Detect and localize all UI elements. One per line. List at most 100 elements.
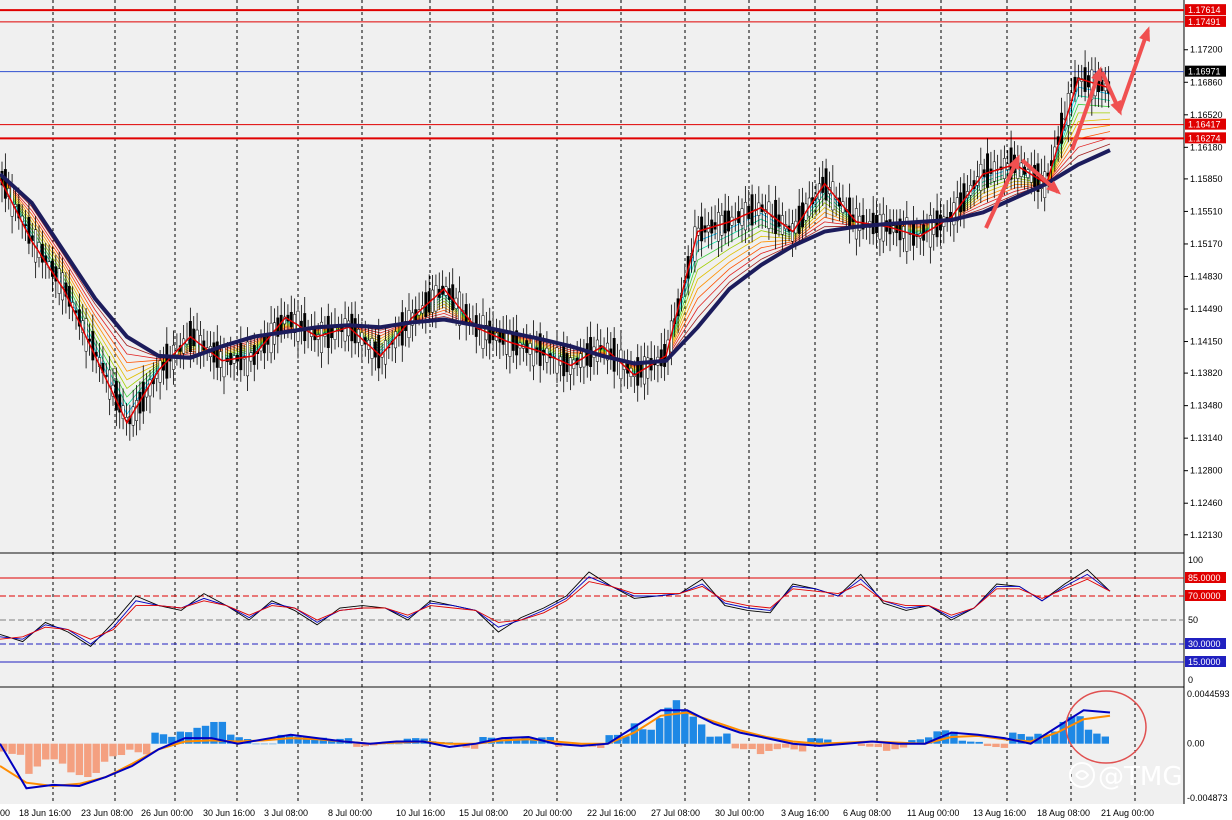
macd-histogram-bar [874, 743, 882, 748]
price-tick-label: 1.16860 [1190, 77, 1223, 87]
x-tick-label: 30 Jun 16:00 [203, 808, 255, 818]
macd-tick-label: -0.004873 [1187, 793, 1228, 803]
candle-body [720, 215, 724, 236]
macd-histogram-bar [260, 743, 269, 745]
x-tick-label: 27 Jul 08:00 [651, 808, 700, 818]
candle-body [717, 212, 720, 242]
macd-histogram-bar [33, 743, 42, 767]
macd-histogram-bar [252, 743, 260, 745]
candle-body [353, 318, 357, 344]
candle-body [431, 289, 434, 313]
x-tick-label: 18 Aug 08:00 [1037, 808, 1090, 818]
macd-histogram-bar [8, 743, 16, 754]
candle-body [935, 210, 939, 238]
price-tick-label: 1.14150 [1190, 337, 1223, 347]
candle-body [986, 153, 989, 188]
price-level-value: 1.17491 [1188, 17, 1221, 27]
macd-histogram-bar [134, 743, 142, 753]
x-tick-label: 20 Jul 00:00 [523, 808, 572, 818]
candle-body [750, 194, 754, 226]
candle-body [743, 202, 747, 231]
price-tick-label: 1.15510 [1190, 206, 1223, 216]
price-level-value: 1.17614 [1188, 5, 1221, 15]
macd-histogram-bar [975, 741, 983, 744]
price-level-value: 1.16417 [1188, 120, 1221, 130]
price-tick-label: 1.16520 [1190, 110, 1223, 120]
candle-body [3, 169, 7, 199]
x-tick-label: 6 Aug 08:00 [843, 808, 891, 818]
candle-body [727, 210, 730, 232]
x-tick-label: 18 Jun 16:00 [19, 808, 71, 818]
candle-body [182, 338, 186, 354]
candle-body [289, 312, 293, 328]
candle-body [774, 199, 778, 234]
x-tick-label: 22 Jul 16:00 [587, 808, 636, 818]
x-tick-label: 3 Jul 08:00 [264, 808, 308, 818]
price-tick-label: 1.12800 [1190, 466, 1223, 476]
macd-histogram-bar [353, 743, 361, 747]
macd-histogram-bar [109, 743, 117, 757]
macd-histogram-bar [117, 743, 126, 756]
stoch-tick-label: 100 [1188, 555, 1203, 565]
macd-tick-label: 0.00 [1187, 739, 1205, 749]
candle-body [377, 334, 381, 369]
macd-histogram-bar [866, 743, 874, 747]
macd-histogram-bar [151, 732, 159, 744]
macd-histogram-bar [1000, 743, 1009, 748]
candle-body [269, 322, 273, 354]
macd-histogram-bar [1009, 732, 1017, 744]
candle-body [723, 210, 727, 234]
macd-histogram-bar [647, 729, 655, 744]
x-tick-label: 26 Jun 00:00 [141, 808, 193, 818]
macd-histogram-bar [756, 743, 765, 755]
macd-histogram-bar [42, 743, 50, 760]
macd-histogram-bar [714, 736, 723, 744]
candle-body [114, 380, 118, 411]
macd-histogram-bar [92, 743, 100, 773]
stoch-tick-label: 30.0000 [1188, 639, 1221, 649]
macd-histogram-bar [967, 741, 975, 744]
price-tick-label: 1.13140 [1190, 433, 1223, 443]
stoch-tick-label: 15.0000 [1188, 657, 1221, 667]
macd-histogram-bar [672, 700, 681, 744]
candle-body [881, 213, 885, 242]
candle-body [767, 201, 771, 229]
price-tick-label: 1.14830 [1190, 271, 1223, 281]
macd-histogram-bar [58, 743, 67, 764]
candle-body [1019, 162, 1023, 177]
macd-histogram-bar [1101, 736, 1109, 744]
x-tick-label: 00 [0, 808, 10, 818]
candle-body [612, 338, 616, 372]
macd-histogram-bar [75, 743, 84, 776]
candle-body [791, 223, 794, 242]
candle-body [831, 181, 835, 211]
watermark-text: @TMGM [1098, 762, 1205, 792]
candle-body [912, 220, 915, 246]
macd-histogram-bar [689, 716, 697, 744]
macd-histogram-bar [731, 743, 739, 749]
macd-histogram-bar [142, 743, 151, 755]
macd-histogram-bar [126, 743, 134, 750]
candle-body [24, 224, 27, 226]
macd-histogram-bar [655, 718, 664, 744]
candle-body [555, 347, 559, 374]
macd-histogram-bar [664, 707, 672, 744]
price-pane[interactable] [0, 0, 1184, 552]
macd-histogram-bar [706, 736, 714, 744]
candle-body [700, 216, 704, 242]
macd-histogram-bar [25, 743, 33, 774]
candle-body [384, 340, 387, 365]
candle-body [343, 318, 347, 342]
macd-histogram-bar [740, 743, 748, 750]
candle-body [854, 208, 858, 240]
macd-histogram-bar [395, 743, 403, 745]
price-tick-label: 1.16180 [1190, 142, 1223, 152]
price-tick-label: 1.12460 [1190, 498, 1223, 508]
candle-body [481, 315, 485, 349]
macd-histogram-bar [1084, 729, 1093, 744]
trading-chart[interactable]: 00 18 Jun 16:00 23 Jun 08:00 26 Jun 00:00 30… [0, 0, 1232, 820]
macd-tick-label: 0.0044593 [1187, 689, 1230, 699]
x-tick-label: 21 Aug 00:00 [1101, 808, 1154, 818]
macd-histogram-bar [765, 743, 773, 751]
x-tick-label: 11 Aug 00:00 [907, 808, 959, 818]
